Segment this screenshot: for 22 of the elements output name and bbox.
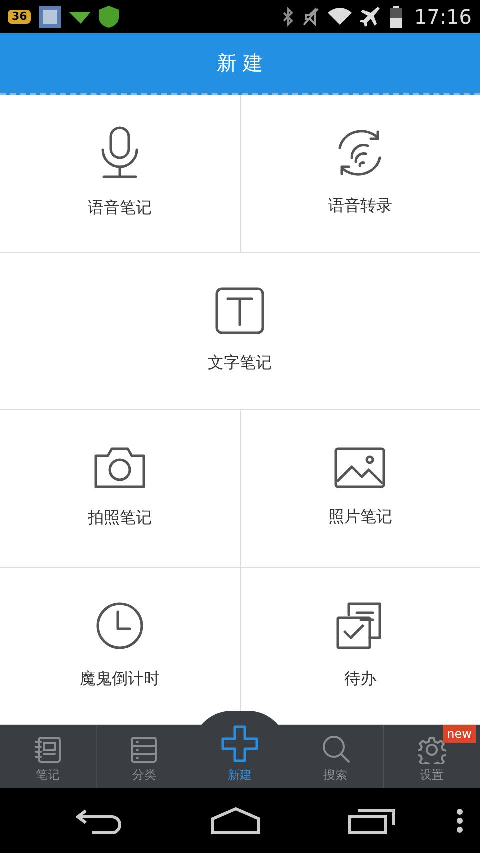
wifi-icon <box>328 8 352 26</box>
airplane-icon <box>360 6 382 26</box>
recent-apps-button[interactable] <box>348 806 396 834</box>
notification-badge: 36 <box>8 10 32 24</box>
search-icon <box>320 734 351 764</box>
settings-icon <box>418 736 446 764</box>
plus-icon <box>220 724 260 764</box>
muted-icon <box>302 6 320 26</box>
more-options-icon[interactable] <box>456 808 464 834</box>
notebook-icon <box>34 736 62 764</box>
clock-time: 17:16 <box>414 4 472 30</box>
shield-icon <box>99 6 120 28</box>
clock-icon <box>94 600 145 651</box>
new-badge: new <box>443 725 476 743</box>
music-app-icon <box>39 6 62 28</box>
battery-icon <box>390 6 402 28</box>
image-icon <box>334 447 386 490</box>
home-button[interactable] <box>210 806 261 834</box>
bluetooth-icon <box>282 6 294 26</box>
page-title: 新 建 <box>216 50 264 77</box>
text-icon <box>215 286 265 335</box>
list-icon <box>130 736 158 764</box>
